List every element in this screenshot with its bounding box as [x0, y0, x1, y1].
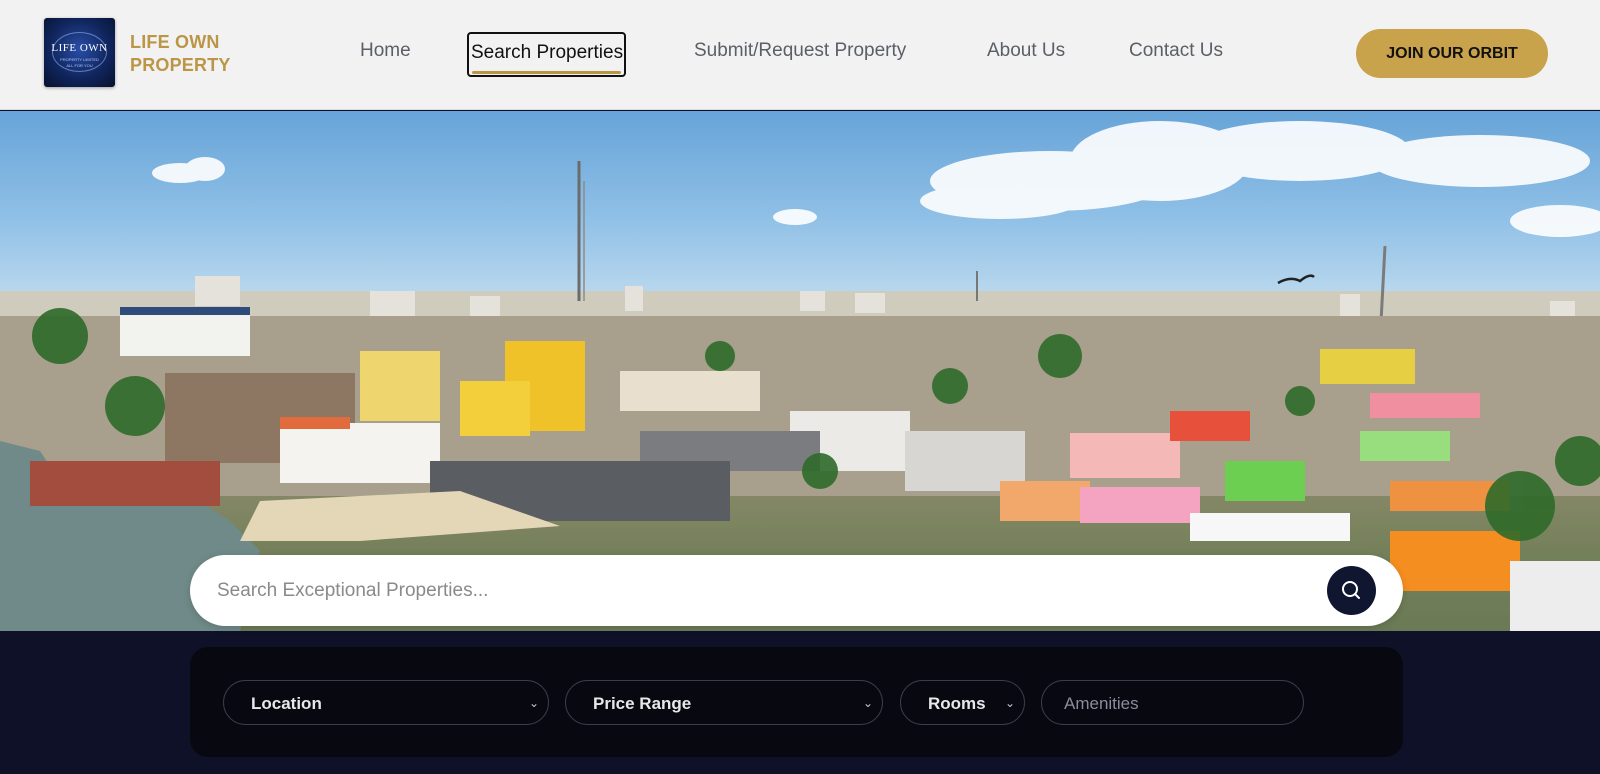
nav-submit-request-property[interactable]: Submit/Request Property [694, 40, 906, 62]
nav-contact-us[interactable]: Contact Us [1129, 40, 1223, 62]
search-bar [190, 555, 1403, 626]
logo-tagline: ALL FOR YOU [66, 63, 93, 68]
search-input[interactable] [217, 573, 1297, 609]
site-header: LIFE OWN PROPERTY LIMITED ALL FOR YOU LI… [0, 0, 1600, 110]
clouds [152, 121, 1600, 237]
join-our-orbit-button[interactable]: JOIN OUR ORBIT [1356, 29, 1548, 78]
filter-panel: Location ⌄ Price Range ⌄ Rooms ⌄ Ameniti… [190, 647, 1403, 757]
brand-name[interactable]: LIFE OWN PROPERTY [130, 31, 231, 77]
price-range-select-label: Price Range [593, 694, 692, 713]
amenities-field[interactable]: Amenities [1041, 680, 1304, 725]
rooms-select[interactable]: Rooms ⌄ [900, 680, 1025, 725]
location-select[interactable]: Location ⌄ [223, 680, 549, 725]
chevron-down-icon: ⌄ [863, 696, 874, 710]
logo-image[interactable]: LIFE OWN PROPERTY LIMITED ALL FOR YOU [44, 18, 115, 87]
amenities-placeholder: Amenities [1064, 694, 1139, 713]
search-button[interactable] [1327, 566, 1376, 615]
price-range-select[interactable]: Price Range ⌄ [565, 680, 883, 725]
nav-about-us[interactable]: About Us [987, 40, 1065, 62]
logo-subtext: PROPERTY LIMITED [60, 57, 99, 62]
brand-line-2: PROPERTY [130, 55, 231, 75]
chevron-down-icon: ⌄ [529, 696, 540, 710]
nav-home[interactable]: Home [360, 40, 411, 62]
hero-image [0, 111, 1600, 631]
location-select-label: Location [251, 694, 322, 713]
nav-search-properties[interactable]: Search Properties [467, 32, 627, 77]
search-icon [1342, 581, 1360, 599]
brand-line-1: LIFE OWN [130, 32, 220, 52]
city-skyline-illustration [0, 121, 1600, 631]
chevron-down-icon: ⌄ [1005, 696, 1016, 710]
rooms-select-label: Rooms [928, 694, 986, 713]
logo-text: LIFE OWN [51, 42, 108, 54]
